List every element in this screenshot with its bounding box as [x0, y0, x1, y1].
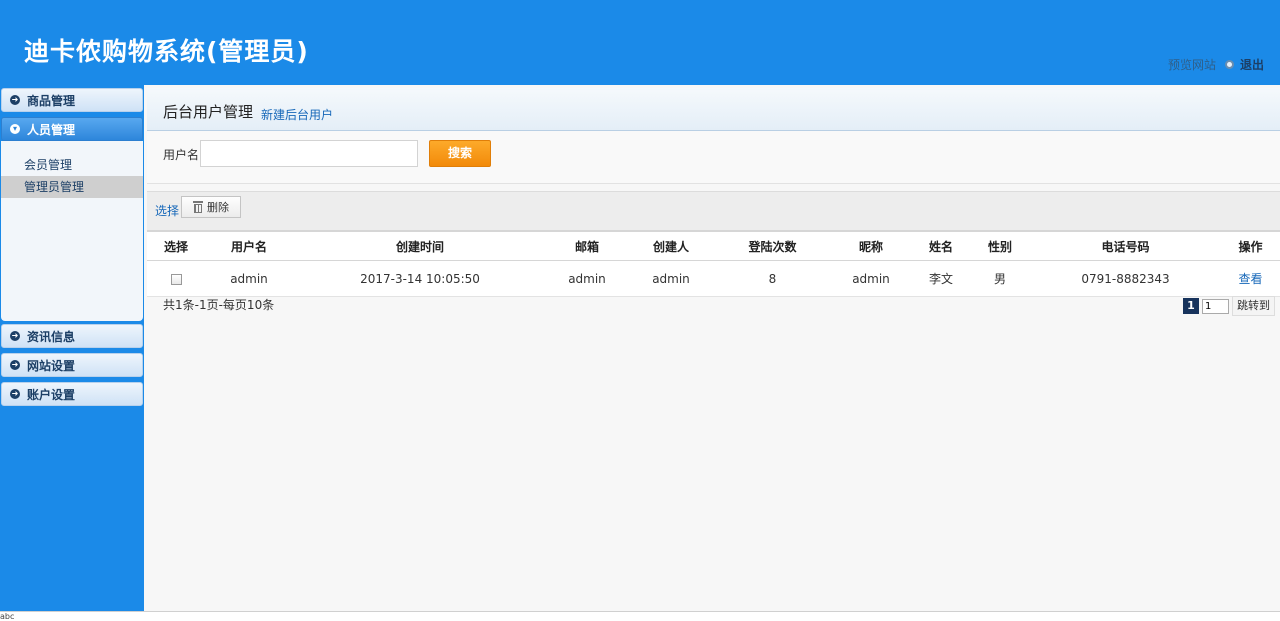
table-toolbar: 选择 删除 [147, 191, 1280, 230]
arrow-down-circle-icon: ▾ [10, 124, 20, 134]
column-header[interactable]: 创建时间 [293, 230, 547, 261]
username-search-input[interactable] [200, 140, 418, 167]
sidebar-menu-news[interactable]: ➜ 资讯信息 [1, 324, 143, 348]
new-admin-user-link[interactable]: 新建后台用户 [261, 106, 333, 123]
sidebar-menu-site-settings[interactable]: ➜ 网站设置 [1, 353, 143, 377]
select-all-link[interactable]: 选择 [155, 202, 179, 219]
logout-icon [1224, 60, 1234, 69]
page-number-current[interactable]: 1 [1183, 298, 1199, 314]
column-header[interactable]: 性别 [970, 230, 1030, 261]
logout-link[interactable]: 退出 [1240, 56, 1264, 73]
row-select-cell [147, 260, 205, 297]
sidebar-menu-label: 人员管理 [27, 122, 76, 137]
sidebar-item-members[interactable]: 会员管理 [1, 154, 143, 176]
view-link[interactable]: 查看 [1238, 272, 1262, 286]
column-header[interactable]: 用户名 [205, 230, 293, 261]
sidebar-menu-label: 商品管理 [27, 93, 76, 108]
column-header: 选择 [147, 230, 205, 261]
column-header[interactable]: 电话号码 [1030, 230, 1221, 261]
search-button[interactable]: 搜索 [429, 140, 491, 167]
app-title: 迪卡侬购物系统(管理员) [24, 37, 309, 66]
username-label: 用户名 [163, 148, 200, 162]
sidebar-menu-label: 网站设置 [27, 358, 76, 373]
cell-nickname: admin [830, 260, 912, 297]
arrow-right-circle-icon: ➜ [10, 95, 20, 105]
cell-created: 2017-3-14 10:05:50 [293, 260, 547, 297]
sidebar-item-admins[interactable]: 管理员管理 [1, 176, 143, 198]
cell-username: admin [205, 260, 293, 297]
trash-icon [193, 201, 203, 213]
sidebar-menu-products[interactable]: ➜ 商品管理 [1, 88, 143, 112]
cell-phone: 0791-8882343 [1030, 260, 1221, 297]
row-checkbox[interactable] [170, 273, 182, 285]
cell-creator: admin [627, 260, 715, 297]
pagination-info: 共1条-1页-每页10条 [163, 298, 275, 312]
arrow-right-circle-icon: ➜ [10, 389, 20, 399]
column-header[interactable]: 姓名 [912, 230, 970, 261]
arrow-right-circle-icon: ➜ [10, 360, 20, 370]
page-header: 后台用户管理 新建后台用户 [147, 88, 1280, 131]
cell-gender: 男 [970, 260, 1030, 297]
sidebar-menu-label: 资讯信息 [27, 329, 76, 344]
column-header[interactable]: 创建人 [627, 230, 715, 261]
app-header: 迪卡侬购物系统(管理员) 预览网站 退出 [0, 0, 1280, 85]
page-jump-button[interactable]: 跳转到 [1232, 296, 1275, 316]
delete-button[interactable]: 删除 [181, 196, 241, 218]
arrow-right-circle-icon: ➜ [10, 331, 20, 341]
search-bar: 用户名 搜索 [147, 131, 1280, 184]
sidebar: ➜ 商品管理 ▾ 人员管理 会员管理 管理员管理 ➜ 资讯信息 ➜ 网站设置 ➜… [0, 85, 144, 611]
column-header[interactable]: 邮箱 [547, 230, 627, 261]
cell-email: admin [547, 260, 627, 297]
preview-site-link[interactable]: 预览网站 [1168, 56, 1216, 73]
page-title: 后台用户管理 [163, 103, 254, 121]
sidebar-menu-account-settings[interactable]: ➜ 账户设置 [1, 382, 143, 406]
cell-name: 李文 [912, 260, 970, 297]
column-header[interactable]: 昵称 [830, 230, 912, 261]
header-links: 预览网站 退出 [1168, 56, 1264, 73]
admin-users-table: 选择 用户名 创建时间 邮箱 创建人 登陆次数 昵称 姓名 性别 电话号码 操作… [147, 230, 1280, 297]
table-header-row: 选择 用户名 创建时间 邮箱 创建人 登陆次数 昵称 姓名 性别 电话号码 操作 [147, 230, 1280, 261]
pagination: 1 跳转到 [1183, 296, 1275, 316]
personnel-submenu: 会员管理 管理员管理 [1, 141, 143, 321]
sidebar-menu-label: 账户设置 [27, 387, 76, 402]
delete-button-label: 删除 [207, 201, 229, 214]
table-row: admin 2017-3-14 10:05:50 admin admin 8 a… [147, 260, 1280, 297]
column-header: 操作 [1221, 230, 1280, 261]
sidebar-menu-personnel[interactable]: ▾ 人员管理 [1, 117, 143, 141]
column-header[interactable]: 登陆次数 [715, 230, 830, 261]
cell-action: 查看 [1221, 260, 1280, 297]
cell-logins: 8 [715, 260, 830, 297]
page-jump-input[interactable] [1202, 298, 1229, 314]
